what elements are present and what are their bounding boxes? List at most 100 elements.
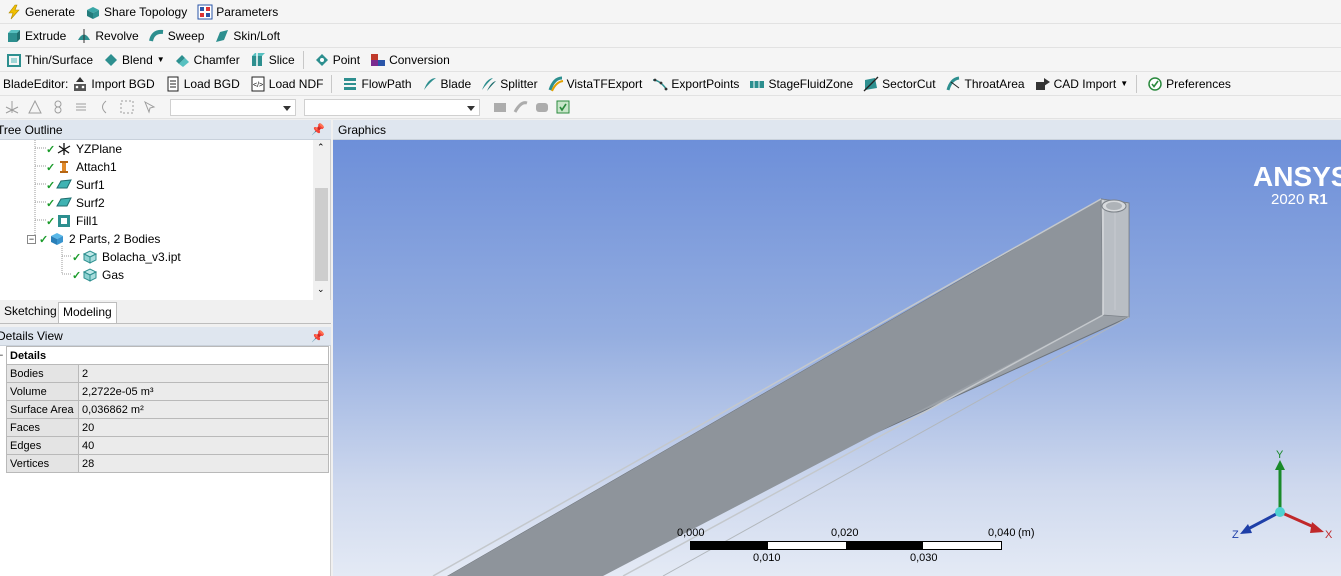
scroll-down-icon[interactable]: ⌄ — [317, 284, 325, 295]
chamfer-icon — [175, 52, 191, 68]
check-icon: ✓ — [39, 233, 49, 246]
body-icon — [82, 250, 98, 264]
new-sketch-icon[interactable] — [27, 99, 43, 115]
scale-tick-label: 0,010 — [753, 552, 781, 564]
property-value: 28 — [78, 454, 329, 473]
sweep-button[interactable]: Sweep — [143, 25, 209, 47]
import-bgd-button[interactable]: Import BGD — [70, 73, 158, 95]
tree-item-surf2[interactable]: ✓ Surf2 — [46, 194, 105, 212]
export-points-icon — [652, 76, 669, 92]
axis-triad[interactable] — [1226, 446, 1336, 556]
table-row[interactable]: Edges 40 — [6, 436, 329, 455]
tree-item-label: Gas — [102, 268, 125, 282]
blend-button[interactable]: Blend ▼ — [97, 49, 169, 71]
list-icon[interactable] — [73, 99, 89, 115]
collapse-icon[interactable]: − — [27, 234, 36, 244]
collapse-icon[interactable]: − — [0, 350, 3, 360]
blade-button[interactable]: Blade — [416, 73, 476, 95]
pin-icon[interactable]: 📌 — [311, 123, 325, 136]
tree-item-surf1[interactable]: ✓ Surf1 — [46, 176, 105, 194]
extrude-button[interactable]: Extrude — [0, 25, 70, 47]
scale-segment — [691, 542, 768, 549]
property-value: 20 — [78, 418, 329, 437]
svg-text:</>: </> — [253, 82, 263, 89]
load-bgd-icon — [165, 76, 181, 92]
select-all-icon[interactable] — [555, 99, 571, 115]
tree-scrollbar[interactable]: ⌃ ⌄ — [313, 140, 330, 300]
face-filter-icon[interactable] — [492, 99, 508, 115]
tree-outline: ✓ YZPlane ✓ Attach1 ✓ Surf1 ✓ Surf2 ✓ Fi… — [0, 140, 331, 300]
tree-item-yzplane[interactable]: ✓ YZPlane — [46, 140, 122, 158]
vista-tf-export-button[interactable]: VistaTFExport — [542, 73, 647, 95]
tree-item-fill1[interactable]: ✓ Fill1 — [46, 212, 98, 230]
check-icon: ✓ — [72, 251, 82, 264]
import-bgd-icon — [72, 76, 88, 92]
sweep-label: Sweep — [167, 28, 205, 43]
skin-loft-icon — [214, 28, 230, 44]
table-row[interactable]: Vertices 28 — [6, 454, 329, 473]
model-render[interactable] — [333, 140, 1341, 576]
splitter-button[interactable]: Splitter — [475, 73, 541, 95]
stage-fluid-zone-button[interactable]: StageFluidZone — [743, 73, 857, 95]
generate-button[interactable]: Generate — [0, 1, 79, 23]
table-row[interactable]: Surface Area 0,036862 m² — [6, 400, 329, 419]
tree-item-gas[interactable]: ✓ Gas — [72, 266, 124, 284]
scrollbar-thumb[interactable] — [315, 188, 328, 281]
revolve-button[interactable]: Revolve — [70, 25, 142, 47]
new-plane-icon[interactable] — [4, 99, 20, 115]
parameters-button[interactable]: Parameters — [191, 1, 282, 23]
sketch-dropdown[interactable] — [304, 98, 480, 116]
select-mode-icon[interactable] — [142, 99, 158, 115]
skin-loft-button[interactable]: Skin/Loft — [208, 25, 284, 47]
property-name: Bodies — [6, 364, 79, 383]
blend-dropdown-icon[interactable]: ▼ — [157, 55, 165, 64]
tree-item-bolacha[interactable]: ✓ Bolacha_v3.ipt — [72, 248, 181, 266]
share-topology-button[interactable]: Share Topology — [79, 1, 191, 23]
table-row[interactable]: Faces 20 — [6, 418, 329, 437]
chamfer-button[interactable]: Chamfer — [169, 49, 244, 71]
edge-filter-icon[interactable] — [513, 99, 529, 115]
preferences-button[interactable]: Preferences — [1141, 73, 1235, 95]
load-ndf-icon: </> — [250, 76, 266, 92]
cad-import-dropdown-icon[interactable]: ▼ — [1120, 79, 1128, 88]
tree-item-attach1[interactable]: ✓ Attach1 — [46, 158, 117, 176]
tab-sketching[interactable]: Sketching — [0, 302, 61, 323]
table-row[interactable]: Volume 2,2722e-05 m³ — [6, 382, 329, 401]
model-front-face — [448, 199, 1103, 576]
cad-import-button[interactable]: CAD Import ▼ — [1029, 73, 1133, 95]
point-icon — [314, 52, 330, 68]
pin-icon[interactable]: 📌 — [311, 330, 325, 343]
blend-label: Blend — [122, 52, 153, 67]
table-row[interactable]: Bodies 2 — [6, 364, 329, 383]
slice-button[interactable]: Slice — [244, 49, 299, 71]
details-section-header[interactable]: Details — [6, 346, 329, 365]
throat-area-button[interactable]: ThroatArea — [940, 73, 1029, 95]
graphics-viewport[interactable]: ANSYS 2020 R1 0,000 0,020 0,040 (m) 0,01… — [333, 140, 1341, 576]
splitter-label: Splitter — [500, 76, 538, 91]
flowpath-button[interactable]: FlowPath — [336, 73, 415, 95]
stage-fluid-zone-label: StageFluidZone — [768, 76, 854, 91]
vista-tf-export-icon — [548, 76, 564, 92]
thin-surface-button[interactable]: Thin/Surface — [0, 49, 97, 71]
tree-outline-header: Tree Outline 📌 — [0, 120, 331, 140]
skin-loft-label: Skin/Loft — [233, 28, 281, 43]
sector-cut-button[interactable]: SectorCut — [857, 73, 939, 95]
vista-tf-export-label: VistaTFExport — [566, 76, 643, 91]
look-at-icon[interactable] — [50, 99, 66, 115]
load-bgd-label: Load BGD — [183, 76, 240, 91]
arc-icon[interactable] — [96, 99, 112, 115]
conversion-button[interactable]: Conversion — [364, 49, 454, 71]
preferences-label: Preferences — [1166, 76, 1231, 91]
sketch-plane-dropdown[interactable] — [170, 98, 296, 116]
select-box-icon[interactable] — [119, 99, 135, 115]
load-ndf-button[interactable]: </> Load NDF — [244, 73, 328, 95]
point-button[interactable]: Point — [308, 49, 364, 71]
mode-tabs: Sketching Modeling — [0, 300, 331, 324]
tree-item-parts-bodies[interactable]: − ✓ 2 Parts, 2 Bodies — [27, 230, 160, 248]
export-points-button[interactable]: ExportPoints — [646, 73, 743, 95]
scroll-up-icon[interactable]: ⌃ — [317, 142, 325, 153]
body-filter-icon[interactable] — [534, 99, 550, 115]
sweep-icon — [148, 28, 165, 44]
tab-modeling[interactable]: Modeling — [58, 302, 117, 323]
load-bgd-button[interactable]: Load BGD — [159, 73, 244, 95]
